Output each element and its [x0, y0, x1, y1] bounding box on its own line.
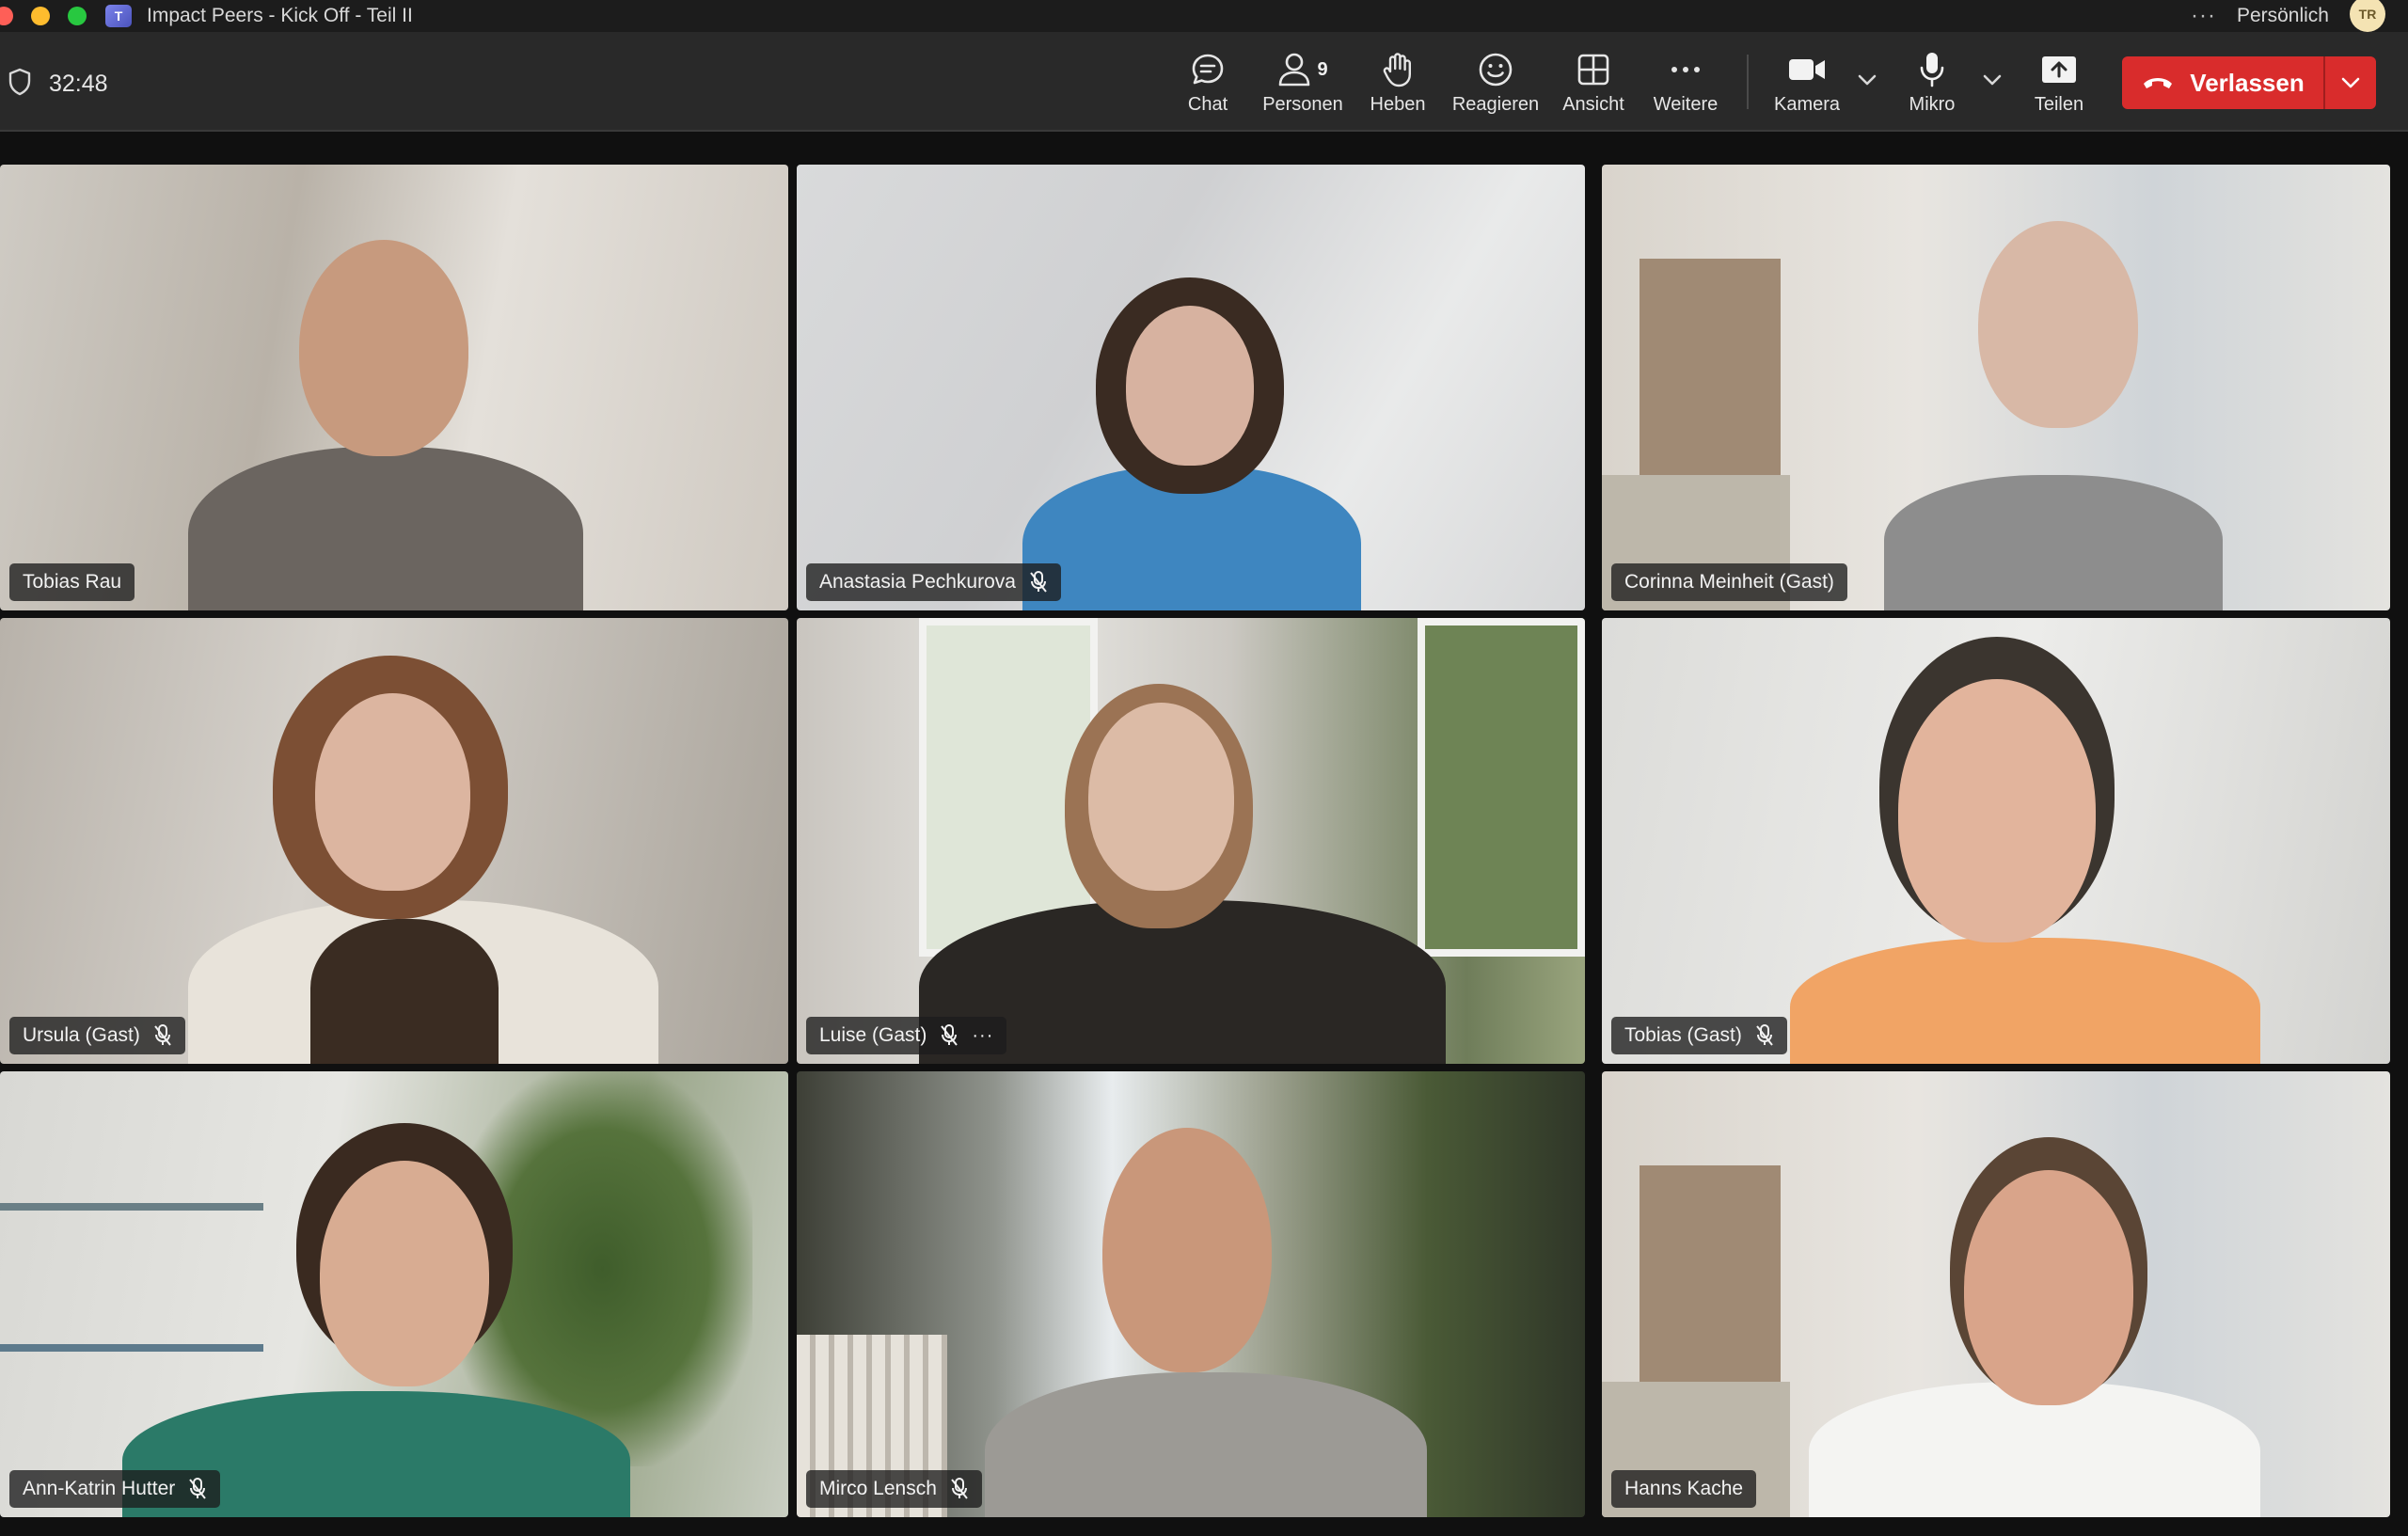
people-button[interactable]: 9 Personen [1251, 49, 1354, 116]
more-label: Weitere [1653, 94, 1719, 115]
people-icon [1279, 53, 1310, 87]
hand-icon [1383, 53, 1411, 87]
leave-button[interactable]: Verlassen [2122, 56, 2323, 109]
teams-app-icon: T [105, 5, 132, 27]
participant-name: Tobias (Gast) [1624, 1024, 1742, 1046]
hang-up-icon [2144, 78, 2173, 88]
microphone-muted-icon [950, 1478, 969, 1500]
camera-label: Kamera [1773, 94, 1841, 115]
avatar[interactable]: TR [2350, 0, 2385, 32]
leave-options-chevron[interactable] [2325, 56, 2376, 109]
people-label: Personen [1262, 94, 1343, 115]
microphone-muted-icon [940, 1024, 958, 1047]
participant-name: Tobias Rau [23, 571, 122, 593]
participant-nametag: Tobias Rau [9, 563, 135, 601]
more-button[interactable]: Weitere [1634, 49, 1737, 116]
meeting-timer: 32:48 [49, 71, 108, 97]
participant-name: Corinna Meinheit (Gast) [1624, 571, 1834, 593]
microphone-muted-icon [1029, 571, 1048, 594]
react-button[interactable]: Reagieren [1444, 49, 1547, 116]
view-button[interactable]: Ansicht [1542, 49, 1645, 116]
video-tile[interactable]: Mirco Lensch [797, 1071, 1585, 1517]
window-controls [0, 7, 87, 25]
participant-name: Luise (Gast) [819, 1024, 927, 1046]
video-tile[interactable]: Hanns Kache [1602, 1071, 2390, 1517]
video-tile[interactable]: Corinna Meinheit (Gast) [1602, 165, 2390, 610]
more-options-icon[interactable]: ··· [2191, 5, 2216, 27]
video-tile[interactable]: Ursula (Gast) [0, 618, 788, 1064]
participant-name: Ursula (Gast) [23, 1024, 140, 1046]
microphone-muted-icon [1755, 1024, 1774, 1047]
chevron-down-icon [2341, 77, 2360, 88]
participant-nametag: Hanns Kache [1611, 1470, 1757, 1508]
grid-view-icon [1577, 54, 1609, 86]
microphone-label: Mikro [1909, 94, 1956, 115]
smiley-icon [1479, 53, 1513, 87]
chat-icon [1192, 54, 1224, 85]
video-tile[interactable]: Luise (Gast) ··· [797, 618, 1585, 1064]
profile-label[interactable]: Persönlich [2237, 5, 2329, 27]
share-screen-icon [2042, 56, 2076, 83]
participant-name: Hanns Kache [1624, 1478, 1744, 1499]
participant-nametag: Corinna Meinheit (Gast) [1611, 563, 1847, 601]
video-tile[interactable]: Ann-Katrin Hutter [0, 1071, 788, 1517]
participant-name: Anastasia Pechkurova [819, 571, 1016, 593]
participant-name: Ann-Katrin Hutter [23, 1478, 176, 1499]
microphone-muted-icon [188, 1478, 207, 1500]
microphone-icon [1920, 53, 1944, 87]
share-label: Teilen [2034, 94, 2084, 115]
meeting-toolbar: 32:48 Chat 9 Personen Heben Reagieren An… [0, 32, 2408, 132]
chevron-down-icon [1983, 74, 2002, 86]
titlebar-right: ··· Persönlich TR [2191, 0, 2385, 32]
title-bar: T Impact Peers - Kick Off - Teil II ··· … [0, 0, 2408, 32]
chat-label: Chat [1187, 94, 1228, 115]
participant-more-icon[interactable]: ··· [972, 1025, 993, 1047]
participant-nametag: Anastasia Pechkurova [806, 563, 1061, 601]
people-count-badge: 9 [1317, 58, 1328, 80]
raise-hand-label: Heben [1370, 94, 1426, 115]
participant-nametag: Mirco Lensch [806, 1470, 982, 1508]
chevron-down-icon [1858, 74, 1877, 86]
share-button[interactable]: Teilen [2007, 49, 2111, 116]
camera-icon [1789, 59, 1825, 80]
participant-nametag: Luise (Gast) ··· [806, 1017, 1007, 1054]
shield-icon[interactable] [8, 68, 32, 101]
raise-hand-button[interactable]: Heben [1346, 49, 1450, 116]
window-title: Impact Peers - Kick Off - Teil II [147, 5, 413, 26]
participant-nametag: Tobias (Gast) [1611, 1017, 1787, 1054]
view-label: Ansicht [1562, 94, 1624, 115]
camera-options-chevron[interactable] [1853, 73, 1881, 87]
toolbar-divider [1747, 55, 1749, 109]
video-tile[interactable]: Anastasia Pechkurova [797, 165, 1585, 610]
microphone-muted-icon [153, 1024, 172, 1047]
camera-button[interactable]: Kamera [1755, 49, 1859, 116]
leave-label: Verlassen [2190, 68, 2305, 97]
react-label: Reagieren [1451, 94, 1540, 115]
ellipsis-icon [1671, 67, 1700, 72]
chat-button[interactable]: Chat [1156, 49, 1259, 116]
video-tile[interactable]: Tobias (Gast) [1602, 618, 2390, 1064]
microphone-button[interactable]: Mikro [1880, 49, 1984, 116]
minimize-window-button[interactable] [31, 7, 50, 25]
participant-nametag: Ursula (Gast) [9, 1017, 185, 1054]
leave-button-group: Verlassen [2122, 56, 2376, 109]
meeting-info: 32:48 [8, 68, 108, 101]
participant-name: Mirco Lensch [819, 1478, 937, 1499]
close-window-button[interactable] [0, 7, 13, 25]
video-tile[interactable]: Tobias Rau [0, 165, 788, 610]
participant-nametag: Ann-Katrin Hutter [9, 1470, 221, 1508]
microphone-options-chevron[interactable] [1978, 73, 2006, 87]
maximize-window-button[interactable] [68, 7, 87, 25]
bottom-edge [0, 1522, 2408, 1536]
